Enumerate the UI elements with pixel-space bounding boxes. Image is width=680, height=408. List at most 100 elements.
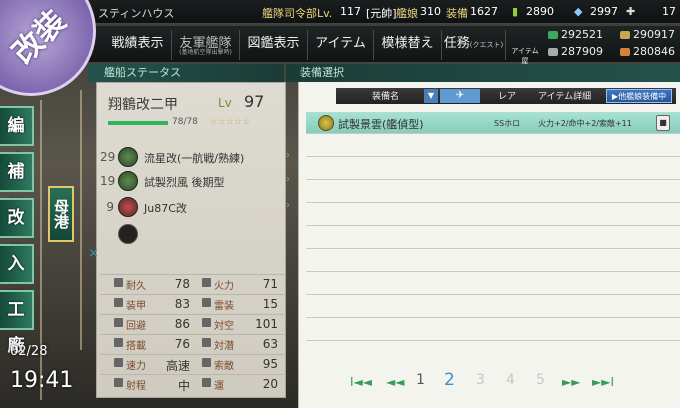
page-4[interactable]: 4 [506, 372, 515, 388]
torpedo-bomber-icon [118, 147, 138, 167]
chevron-right-icon: › [286, 174, 290, 185]
item-shop-button[interactable]: アイテム屋 [508, 30, 542, 65]
prev-page-icon[interactable]: ◄◄ [386, 375, 404, 389]
stat-value: 86 [174, 317, 190, 331]
sort-dropdown-icon[interactable]: ▼ [424, 89, 438, 103]
stat-label: 索敵 [214, 361, 234, 372]
stat-value: 15 [262, 297, 278, 311]
stat-row: 搭載 76 対潜 63 [100, 334, 286, 352]
stat-icon [114, 298, 123, 307]
sidebar-remodel-button[interactable]: 改装 [0, 198, 34, 264]
sidebar-supply-button[interactable]: 補給 [0, 152, 34, 218]
page-3[interactable]: 3 [476, 372, 485, 388]
stat-icon [114, 278, 123, 287]
bauxite-resource: 280846 [620, 45, 675, 58]
equipment-select-header: 装備選択 [286, 64, 680, 82]
menu-furniture[interactable]: 模様替え [374, 30, 442, 60]
stat-value: 78 [174, 277, 190, 291]
stat-label: 射程 [126, 381, 146, 392]
equipment-row-empty [306, 250, 680, 272]
fuel-resource: 292521 [548, 28, 603, 41]
date-display: 02/28 [10, 344, 48, 359]
recon-plane-icon [318, 115, 334, 131]
menu-items[interactable]: アイテム [308, 30, 374, 60]
other-ship-equipped-toggle[interactable]: ▶他艦娘装備中 [606, 89, 672, 103]
menu-label: アイテム [315, 36, 366, 51]
stat-row: 速力 高速 索敵 95 [100, 354, 286, 373]
stat-label: 速力 [126, 361, 146, 372]
slot-equipment-name: 流星改(一航戦/熟練) [144, 152, 245, 165]
seaplane-filter-icon[interactable]: ✈ [440, 89, 480, 103]
stat-label: 装甲 [126, 301, 146, 312]
stat-label: 雷装 [214, 301, 234, 312]
menu-battle-record[interactable]: 戦績表示 [104, 30, 172, 60]
equipment-slot-2[interactable]: 19 試製烈風 後期型 › [100, 170, 290, 192]
ship-count-label: 艦娘 [396, 7, 418, 20]
scaffold-line [80, 90, 82, 350]
menu-quests[interactable]: 任務(クエスト) [442, 30, 506, 60]
screw-icon: ✚ [626, 5, 636, 18]
equipment-row-empty [306, 227, 680, 249]
equipment-row[interactable]: 試製景雲(艦偵型) SSホロ 火力+2/命中+2/索敵+11 ■ [306, 112, 680, 134]
stat-label: 火力 [214, 281, 234, 292]
stat-label: 搭載 [126, 341, 146, 352]
stat-label: 回避 [126, 321, 146, 332]
page-5[interactable]: 5 [536, 372, 545, 388]
hp-bar-fill [108, 121, 168, 125]
fuel-value: 292521 [561, 28, 603, 41]
rarity-stars: ☆☆☆☆☆ [210, 117, 251, 126]
first-page-icon[interactable]: I◄◄ [350, 375, 372, 389]
admiral-level-label: 艦隊司令部Lv. [262, 7, 333, 20]
menu-sublabel: (クエスト) [469, 41, 504, 49]
sidebar-arsenal-button[interactable]: 工廠 [0, 290, 34, 356]
stat-value: 63 [262, 337, 278, 351]
menu-friend-fleet[interactable]: 友軍艦隊 (基地航空隊出撃時) [172, 30, 240, 60]
last-page-icon[interactable]: ►►I [592, 375, 614, 389]
ship-status-header: 艦船ステータス [88, 64, 284, 82]
empty-equipment-slot[interactable] [118, 224, 138, 244]
stat-value: 20 [262, 377, 278, 391]
column-rarity: レア [498, 92, 517, 102]
slot-equipment-name: Ju87C改 [144, 202, 187, 215]
ammo-resource: 290917 [620, 28, 675, 41]
stat-value: 95 [262, 357, 278, 371]
item-shop-label: アイテム屋 [511, 47, 539, 65]
flame-icon: ◆ [574, 5, 583, 18]
flame-count: 2997 [590, 5, 618, 18]
stat-label: 運 [214, 381, 224, 392]
menu-encyclopedia[interactable]: 図鑑表示 [240, 30, 308, 60]
stat-value: 高速 [165, 359, 190, 373]
menu-label: 図鑑表示 [247, 36, 300, 51]
equipment-detail: 火力+2/命中+2/索敵+11 [538, 119, 632, 128]
equip-count-label: 装備 [446, 7, 468, 20]
page-2: 2 [444, 370, 455, 390]
bucket-icon: ▮ [512, 5, 519, 18]
stat-row: 回避 86 対空 101 [100, 314, 286, 332]
equipment-row-empty [306, 181, 680, 203]
stat-icon [202, 358, 211, 367]
stat-icon [114, 318, 123, 327]
fighter-icon [118, 171, 138, 191]
stat-icon [114, 338, 123, 347]
screw-count: 17 [662, 5, 676, 18]
equipment-row-empty [306, 204, 680, 226]
equipment-slot-1[interactable]: 29 流星改(一航戦/熟練) › [100, 146, 290, 168]
menu-label: 任務 [443, 36, 470, 51]
ammo-value: 290917 [633, 28, 675, 41]
stat-icon [202, 378, 211, 387]
equipment-slot-3[interactable]: 9 Ju87C改 › [100, 196, 290, 218]
menu-sublabel: (基地航空隊出撃時) [179, 49, 232, 56]
port-button[interactable]: 母港 [48, 186, 74, 242]
close-icon[interactable]: × [88, 246, 99, 261]
bucket-count: 2890 [526, 5, 554, 18]
ship-level: 97 [244, 92, 265, 111]
sidebar-repair-button[interactable]: 入渠 [0, 244, 34, 310]
level-label: Lv [218, 96, 232, 110]
dive-bomber-icon [118, 197, 138, 217]
next-page-icon[interactable]: ►► [562, 375, 580, 389]
lock-icon[interactable]: ■ [656, 115, 670, 131]
sidebar-organize-button[interactable]: 編成 [0, 106, 34, 172]
stat-value: 76 [174, 337, 190, 351]
page-1[interactable]: 1 [416, 372, 425, 388]
column-name[interactable]: 装備名 [372, 89, 399, 102]
